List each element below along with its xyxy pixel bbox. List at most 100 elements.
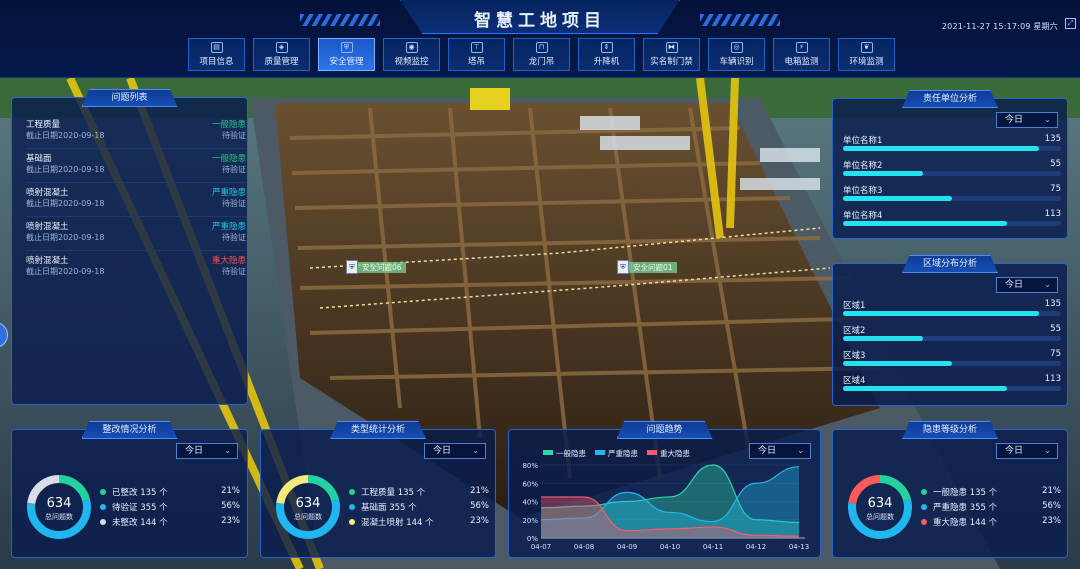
period-select[interactable]: 今日 ⌄ [424, 443, 486, 459]
donut-chart: 634 总问题数 [273, 472, 343, 542]
page-title: 智慧工地项目 [474, 11, 606, 31]
bar-row: 区域4 113 [843, 374, 1061, 398]
nav-item-environment[interactable]: ❦ 环境监测 [838, 38, 895, 71]
x-tick-label: 04-12 [746, 543, 766, 551]
car-icon: ◎ [730, 42, 743, 53]
bar-row: 单位名称4 113 [843, 209, 1061, 233]
header-bar: 智慧工地项目 2021-11-27 15:17:09 星期六 ⤢ ▤ 项目信息 ◈… [0, 0, 1080, 78]
panel-title: 责任单位分析 [902, 90, 998, 108]
panel-title: 区域分布分析 [902, 255, 998, 273]
issue-list-panel: 问题列表 工程质量 一般隐患 截止日期2020-09-18 待验证 基础面 一般… [11, 89, 248, 405]
shield-icon: ⛨ [340, 42, 353, 53]
module-nav: ▤ 项目信息 ◈ 质量管理 ⛨ 安全管理 ◉ 视频监控 ⊤ 塔吊 ⊓ 龙门吊 ⇕ 升降机 ⧓ 实… [188, 38, 895, 72]
legend-item: 混凝土喷射 144 个 23% [349, 516, 489, 530]
legend-label: 重大隐患 [660, 448, 690, 458]
bar-fill [843, 171, 923, 176]
x-tick-label: 04-07 [531, 543, 551, 551]
marker-label: 安全问题06 [358, 261, 406, 273]
level-badge: 一般隐患 [211, 120, 246, 130]
period-select[interactable]: 今日 ⌄ [996, 277, 1058, 293]
type-stats-panel: 类型统计分析 今日 ⌄ 634 总问题数 工程质量 135 个 21% 基础面 355… [260, 421, 496, 558]
bar-fill [843, 196, 952, 201]
x-tick-label: 04-11 [703, 543, 723, 551]
legend-swatch [647, 450, 657, 455]
legend-item: 基础面 355 个 56% [349, 501, 489, 515]
nav-item-elevator[interactable]: ⇕ 升降机 [578, 38, 635, 71]
donut-chart: 634 总问题数 [845, 472, 915, 542]
nav-item-vehicle[interactable]: ◎ 车辆识别 [708, 38, 765, 71]
bar-fill [843, 361, 952, 366]
list-item[interactable]: 工程质量 一般隐患 截止日期2020-09-18 待验证 [26, 116, 246, 149]
header-decoration-left [300, 14, 380, 26]
scene-marker[interactable]: ⛨ 安全问题06 [346, 260, 406, 274]
chevron-down-icon: ⌄ [224, 446, 231, 455]
chevron-down-icon: ⌄ [1044, 446, 1051, 455]
panel-title: 类型统计分析 [330, 421, 426, 439]
shield-marker-icon: ⛨ [617, 260, 629, 274]
y-tick-label: 20% [522, 517, 538, 525]
x-tick-label: 04-08 [574, 543, 594, 551]
bar-fill [843, 146, 1040, 151]
total-count: 634 [867, 496, 893, 511]
y-tick-label: 40% [522, 499, 538, 507]
status-text: 待验证 [222, 233, 246, 242]
y-tick-label: 0% [527, 535, 538, 543]
y-tick-label: 60% [522, 480, 538, 488]
period-select[interactable]: 今日 ⌄ [996, 443, 1058, 459]
nav-item-gantry-crane[interactable]: ⊓ 龙门吊 [513, 38, 570, 71]
nav-item-tower-crane[interactable]: ⊤ 塔吊 [448, 38, 505, 71]
trend-chart: 一般隐患 严重隐患 重大隐患 0% 20% 40% 60% 80% 04-07 04-08 04-0… [522, 448, 809, 551]
tower-crane-icon: ⊤ [470, 42, 483, 53]
level-badge: 严重隐患 [211, 222, 246, 232]
total-count: 634 [295, 496, 321, 511]
bar-row: 区域1 135 [843, 299, 1061, 323]
nav-item-safety[interactable]: ⛨ 安全管理 [318, 38, 375, 71]
area-distribution-panel: 区域分布分析 今日 ⌄ 区域1 135 区域2 55 区域3 75 区域4 113 [832, 255, 1068, 406]
list-item[interactable]: 喷射混凝土 重大隐患 截止日期2020-09-18 待验证 [26, 252, 246, 285]
bar-fill [843, 386, 1008, 391]
panel-title: 隐患等级分析 [902, 421, 998, 439]
list-item[interactable]: 喷射混凝土 严重隐患 截止日期2020-09-18 待验证 [26, 218, 246, 251]
donut-chart: 634 总问题数 [24, 472, 94, 542]
scene-marker[interactable]: ⛨ 安全问题01 [617, 260, 677, 274]
bar-row: 单位名称3 75 [843, 184, 1061, 208]
level-badge: 严重隐患 [211, 188, 246, 198]
fullscreen-icon[interactable]: ⤢ [1065, 18, 1076, 29]
header-decoration-right [700, 14, 780, 26]
rectification-panel: 整改情况分析 今日 ⌄ 634 总问题数 已整改 135 个 21% 待验证 355 … [11, 421, 248, 558]
chevron-down-icon: ⌄ [1044, 280, 1051, 289]
legend-swatch [595, 450, 605, 455]
hazard-level-panel: 隐患等级分析 今日 ⌄ 634 总问题数 一般隐患 135 个 21% 严重隐患 35… [832, 421, 1068, 558]
shield-marker-icon: ⛨ [346, 260, 358, 274]
status-text: 待验证 [222, 165, 246, 174]
elevator-icon: ⇕ [600, 42, 613, 53]
nav-item-access-control[interactable]: ⧓ 实名制门禁 [643, 38, 700, 71]
legend-swatch [543, 450, 553, 455]
legend-label: 一般隐患 [556, 448, 586, 458]
nav-item-video[interactable]: ◉ 视频监控 [383, 38, 440, 71]
camera-icon: ◉ [405, 42, 418, 53]
chevron-down-icon: ⌄ [472, 446, 479, 455]
nav-item-quality[interactable]: ◈ 质量管理 [253, 38, 310, 71]
legend-item: 已整改 135 个 21% [100, 486, 240, 500]
gantry-crane-icon: ⊓ [535, 42, 548, 53]
legend-item: 待验证 355 个 56% [100, 501, 240, 515]
bar-fill [843, 336, 923, 341]
period-select[interactable]: 今日 ⌄ [996, 112, 1058, 128]
legend-item: 严重隐患 355 个 56% [921, 501, 1061, 515]
period-select[interactable]: 今日 ⌄ [176, 443, 238, 459]
nav-item-project-info[interactable]: ▤ 项目信息 [188, 38, 245, 71]
list-item[interactable]: 喷射混凝土 严重隐患 截止日期2020-09-18 待验证 [26, 184, 246, 217]
y-tick-label: 80% [522, 462, 538, 470]
total-count: 634 [46, 496, 72, 511]
level-badge: 一般隐患 [211, 154, 246, 164]
trend-panel: 问题趋势 今日 ⌄ 一般隐患 严重隐患 重大隐患 0% 20% 40% 60% 80% 04-07… [508, 421, 821, 558]
nav-item-electric-box[interactable]: ⚡ 电箱监测 [773, 38, 830, 71]
legend-item: 工程质量 135 个 21% [349, 486, 489, 500]
panel-title: 整改情况分析 [81, 421, 178, 439]
bar-row: 区域3 75 [843, 349, 1061, 373]
bar-fill [843, 221, 1008, 226]
list-item[interactable]: 基础面 一般隐患 截止日期2020-09-18 待验证 [26, 150, 246, 183]
bar-row: 单位名称1 135 [843, 134, 1061, 158]
bar-fill [843, 311, 1040, 316]
